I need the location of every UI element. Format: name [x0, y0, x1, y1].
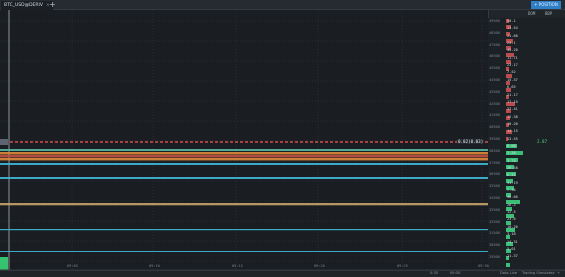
volume-bar-27	[506, 207, 512, 211]
bottom-left-volume	[0, 257, 8, 270]
volume-bar-30	[506, 228, 515, 232]
orange-level-1	[0, 152, 488, 155]
volume-bar-14	[506, 116, 510, 120]
volume-bar-25	[506, 193, 511, 197]
status-bar	[0, 270, 565, 277]
volume-bar-24	[506, 186, 514, 190]
trading-chart-app: BTC_USD@DERIV × + + POSITION DOM BBP 495…	[0, 0, 565, 277]
teal-level-1	[0, 149, 488, 151]
volume-bar-17	[506, 137, 508, 141]
volume-bar-9	[506, 81, 510, 85]
volume-bar-4	[506, 46, 511, 50]
left-price-marker	[0, 139, 8, 145]
plot-area	[0, 10, 488, 270]
volume-bar-32	[506, 242, 513, 246]
volume-bar-33	[506, 249, 511, 253]
volume-bar-5	[506, 53, 514, 57]
volume-bar-12	[506, 102, 515, 106]
volume-bar-21	[506, 165, 514, 169]
volume-bar-16	[506, 130, 512, 134]
status-trading-simulated: Trading Simulated	[522, 271, 555, 275]
volume-bar-31	[506, 235, 510, 239]
volume-bar-34	[506, 256, 509, 260]
volume-bar-29	[506, 221, 511, 225]
volume-bar-23	[506, 179, 513, 183]
volume-bar-10	[506, 88, 511, 92]
volume-bar-28	[506, 214, 514, 218]
right-price-label: 2.87	[537, 139, 548, 144]
current-price-label: 0.02(0.03)	[457, 139, 485, 144]
volume-bar-22	[506, 172, 516, 176]
volume-bar-3	[506, 39, 513, 43]
volume-bar-15	[506, 123, 509, 127]
status-data-live: Data Live	[500, 271, 518, 275]
volume-bar-19	[506, 151, 523, 155]
cyan-level-1	[0, 163, 488, 165]
volume-bar-26	[506, 200, 520, 204]
volume-bar-20	[506, 158, 518, 162]
volume-bar-2	[506, 32, 510, 36]
orange-level-2	[0, 158, 488, 161]
red-level-1	[0, 155, 488, 158]
dom-panel	[488, 18, 565, 270]
volume-bar-13	[506, 109, 511, 113]
volume-bar-0	[506, 19, 509, 23]
volume-bar-11	[506, 95, 509, 99]
cyan-level-4	[0, 251, 488, 252]
volume-bar-6	[506, 60, 511, 64]
status-add-button[interactable]: +	[557, 270, 560, 277]
volume-bar-8	[506, 74, 512, 78]
cyan-level-3	[0, 229, 488, 231]
status-elapsed: 0:35	[430, 271, 439, 275]
volume-bar-35	[506, 263, 510, 267]
volume-bar-18	[506, 144, 517, 148]
volume-bar-7	[506, 67, 509, 71]
tan-level-1	[0, 203, 488, 206]
volume-bar-1	[506, 25, 511, 29]
status-time: 09:30	[450, 271, 461, 275]
cyan-level-2	[0, 177, 488, 179]
